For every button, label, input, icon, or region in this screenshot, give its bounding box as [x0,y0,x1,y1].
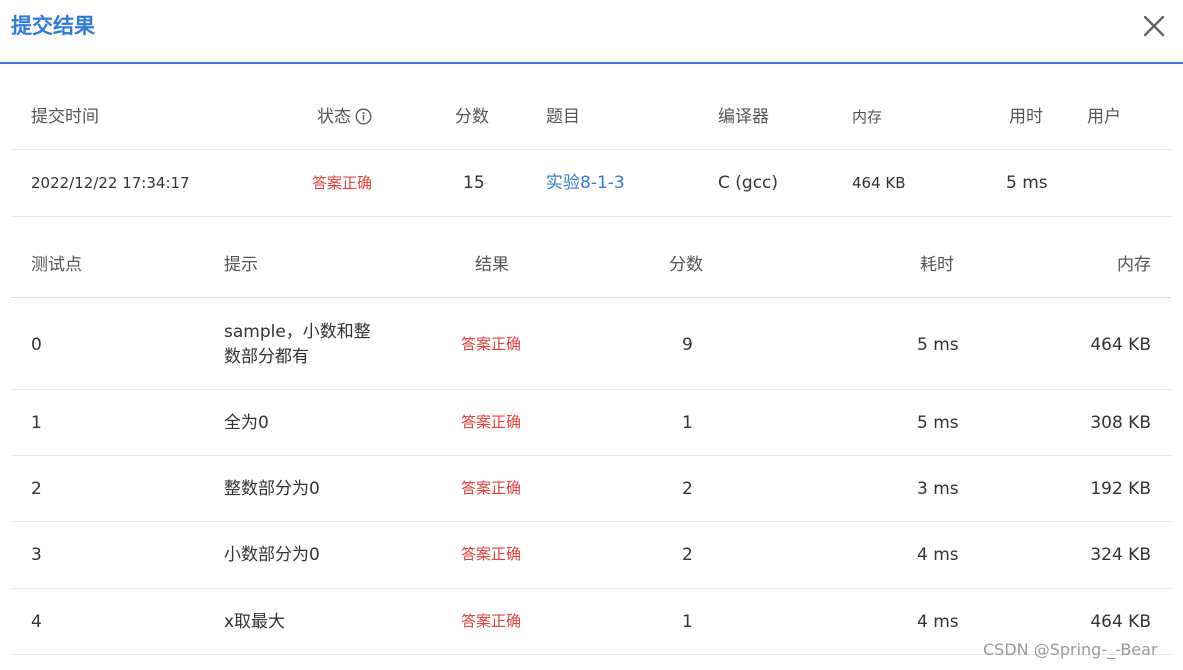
case-memory: 192 KB [1090,479,1151,499]
case-time: 5 ms [917,335,959,355]
case-memory: 464 KB [1090,335,1151,355]
case-memory: 324 KB [1090,545,1151,565]
summary-time: 2022/12/22 17:34:17 [31,174,190,192]
case-hint: sample，小数和整数部分都有 [224,322,371,367]
divider [11,389,1171,390]
case-id: 1 [31,413,42,433]
summary-header-memory: 内存 [852,108,883,126]
summary-header-score: 分数 [455,107,489,127]
case-id: 0 [31,335,42,355]
details-header-memory: 内存 [1117,255,1151,275]
divider [11,216,1171,217]
case-time: 5 ms [917,413,959,433]
close-button[interactable] [1141,13,1167,39]
case-memory: 464 KB [1090,612,1151,632]
divider [11,521,1171,522]
details-header-hint: 提示 [224,255,258,275]
case-result: 答案正确 [461,545,522,563]
summary-header-user: 用户 [1087,107,1121,127]
summary-header-duration: 用时 [1009,107,1043,127]
summary-header-problem: 题目 [546,107,580,127]
case-hint: 小数部分为0 [224,545,320,565]
details-header-time: 耗时 [920,255,954,275]
info-circle-icon[interactable] [355,108,372,125]
case-hint: 全为0 [224,413,269,433]
case-hint: x取最大 [224,612,286,632]
divider [11,149,1171,150]
summary-duration: 5 ms [1006,173,1048,193]
case-score: 9 [682,335,693,355]
summary-memory: 464 KB [852,174,906,192]
case-time: 4 ms [917,545,959,565]
divider [11,297,1171,298]
case-result: 答案正确 [461,413,522,431]
details-header-case: 测试点 [31,255,82,275]
case-result: 答案正确 [461,612,522,630]
watermark: CSDN @Spring-_-Bear [983,640,1158,659]
summary-problem-link[interactable]: 实验8-1-3 [546,172,625,194]
summary-header-status-label: 状态 [317,107,351,127]
case-time: 3 ms [917,479,959,499]
details-header-result: 结果 [475,255,509,275]
summary-header-status: 状态 [317,106,372,128]
dialog-header: 提交结果 [0,0,1183,64]
case-score: 2 [682,545,693,565]
case-time: 4 ms [917,612,959,632]
divider [11,455,1171,456]
divider [11,588,1171,589]
case-result: 答案正确 [461,479,522,497]
summary-header-compiler: 编译器 [718,107,769,127]
case-score: 2 [682,479,693,499]
case-hint: 整数部分为0 [224,479,320,499]
case-score: 1 [682,413,693,433]
case-id: 2 [31,479,42,499]
summary-status: 答案正确 [312,174,373,192]
case-memory: 308 KB [1090,413,1151,433]
close-icon [1143,15,1165,37]
case-score: 1 [682,612,693,632]
case-id: 4 [31,612,42,632]
details-header-score: 分数 [669,255,703,275]
case-id: 3 [31,545,42,565]
case-result: 答案正确 [461,335,522,353]
summary-header-time: 提交时间 [31,107,99,127]
summary-compiler: C (gcc) [718,173,779,193]
summary-score: 15 [463,173,485,193]
dialog-title: 提交结果 [11,14,95,38]
